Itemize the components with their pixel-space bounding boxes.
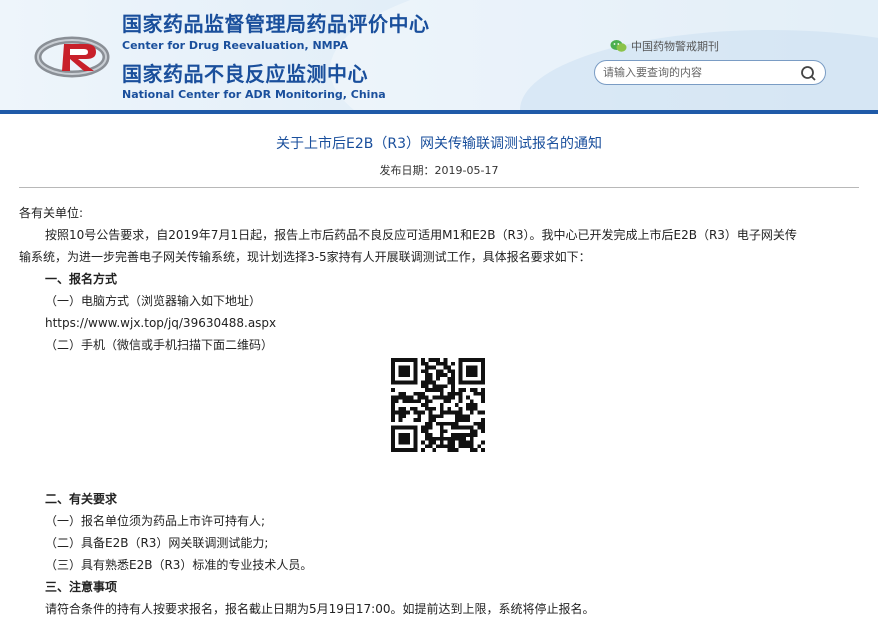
list-item: （二）手机（微信或手机扫描下面二维码） — [45, 338, 274, 352]
registration-url[interactable]: https://www.wjx.top/jq/39630488.aspx — [19, 312, 867, 334]
publish-date-value: 2019-05-17 — [434, 164, 499, 177]
section-heading: 一、报名方式 — [45, 272, 118, 286]
section-heading: 三、注意事项 — [45, 580, 118, 594]
site-header: 国家药品监督管理局药品评价中心 Center for Drug Reevalua… — [0, 0, 878, 110]
adr-center-name-cn: 国家药品不良反应监测中心 — [122, 62, 368, 86]
cdr-logo-icon[interactable] — [34, 34, 118, 80]
journal-label: 中国药物警戒期刊 — [631, 40, 719, 53]
search-box — [594, 60, 826, 85]
qr-code-icon[interactable] — [391, 358, 485, 452]
salutation: 各有关单位: — [19, 206, 84, 220]
center-name-en: Center for Drug Reevaluation, NMPA — [122, 39, 349, 52]
adr-center-name-en: National Center for ADR Monitoring, Chin… — [122, 88, 386, 101]
search-icon[interactable] — [800, 65, 817, 82]
section-heading: 二、有关要求 — [45, 492, 118, 506]
intro-paragraph: 按照10号公告要求，自2019年7月1日起，报告上市后药品不良反应可适用M1和E… — [45, 228, 797, 242]
center-name-cn: 国家药品监督管理局药品评价中心 — [122, 12, 430, 36]
article-title: 关于上市后E2B（R3）网关传输联调测试报名的通知 — [276, 136, 602, 152]
title-divider — [19, 187, 859, 188]
publish-date: 发布日期：2019-05-17 — [0, 162, 878, 178]
publish-date-label: 发布日期： — [379, 164, 435, 177]
list-item: （一）报名单位须为药品上市许可持有人; — [45, 514, 266, 528]
journal-link[interactable]: 中国药物警戒期刊 — [610, 38, 719, 54]
header-bottom-bar — [0, 110, 878, 114]
list-item: （三）具有熟悉E2B（R3）标准的专业技术人员。 — [45, 558, 313, 572]
list-item: （一）电脑方式（浏览器输入如下地址） — [45, 294, 262, 308]
article-body: 各有关单位: 按照10号公告要求，自2019年7月1日起，报告上市后药品不良反应… — [19, 202, 867, 620]
notice-paragraph: 请符合条件的持有人按要求报名，报名截止日期为5月19日17:00。如提前达到上限… — [45, 602, 595, 616]
intro-paragraph-cont: 输系统，为进一步完善电子网关传输系统，现计划选择3-5家持有人开展联调测试工作，… — [19, 250, 591, 264]
list-item: （二）具备E2B（R3）网关联调测试能力; — [45, 536, 269, 550]
search-input[interactable] — [603, 64, 793, 81]
qr-container — [19, 356, 867, 488]
wechat-icon — [610, 40, 627, 52]
